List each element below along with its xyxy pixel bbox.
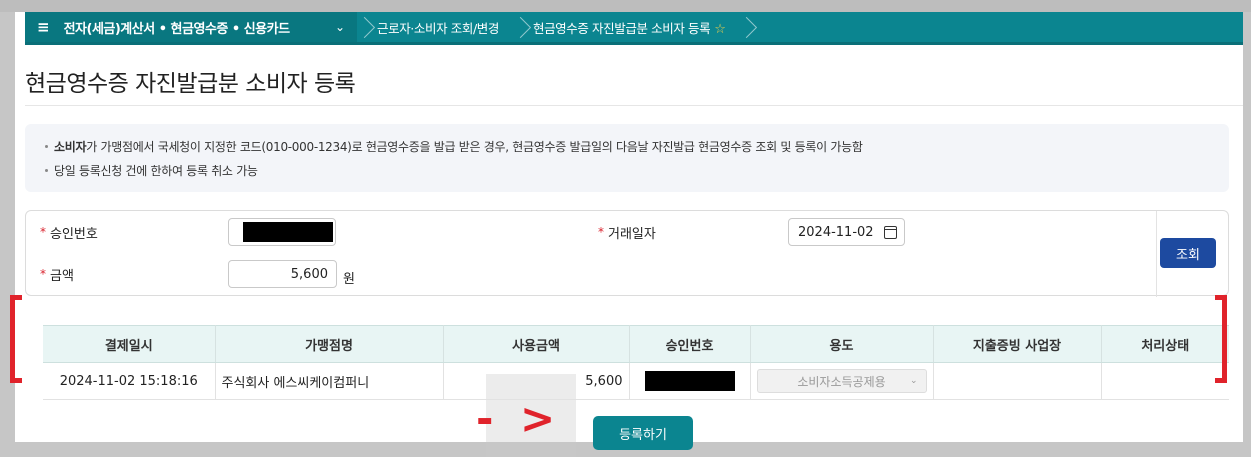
search-form: * 승인번호 * 거래일자 2024-11-02 * 금액 5,600 원 bbox=[25, 210, 1229, 297]
cell-datetime: 2024-11-02 15:18:16 bbox=[43, 362, 216, 400]
date-value: 2024-11-02 bbox=[798, 224, 874, 240]
breadcrumb-item-employee-consumer[interactable]: 근로자·소비자 조회/변경 bbox=[375, 18, 513, 37]
col-header: 지출증빙 사업장 bbox=[933, 325, 1102, 363]
approval-label: 승인번호 bbox=[50, 226, 98, 242]
red-bracket-left bbox=[10, 295, 22, 383]
notice-bold: 소비자 bbox=[54, 140, 87, 154]
chevron-down-icon[interactable]: ⌄ bbox=[335, 20, 345, 34]
date-input[interactable]: 2024-11-02 bbox=[788, 218, 905, 246]
usage-value: 소비자소득공제용 bbox=[797, 374, 886, 389]
cell-merchant: 주식회사 에스씨케이컴퍼니 bbox=[215, 362, 444, 400]
redacted-value bbox=[243, 222, 333, 242]
breadcrumb-item-current: 현금영수증 자진발급분 소비자 등록 ☆ bbox=[531, 18, 740, 37]
redacted-value bbox=[644, 371, 735, 391]
register-button[interactable]: 등록하기 bbox=[593, 416, 693, 450]
menu-dropdown[interactable]: ≡ 전자(세금)계산서 • 현금영수증 • 신용카드 ⌄ bbox=[25, 12, 357, 42]
breadcrumb-separator bbox=[357, 11, 375, 44]
title-divider bbox=[25, 105, 1243, 106]
cell-approval bbox=[629, 362, 751, 400]
table-header-row: 결제일시 가맹점명 사용금액 승인번호 용도 지출증빙 사업장 처리상태 bbox=[43, 325, 1229, 363]
results-table: 결제일시 가맹점명 사용금액 승인번호 용도 지출증빙 사업장 처리상태 202… bbox=[43, 325, 1229, 400]
cell-status bbox=[1101, 362, 1229, 400]
notice-line-1: 소비자가 가맹점에서 국세청이 지정한 코드(010-000-1234)로 현금… bbox=[45, 138, 1209, 155]
menu-label: 전자(세금)계산서 • 현금영수증 • 신용카드 bbox=[63, 21, 290, 37]
amount-value: 5,600 bbox=[290, 266, 328, 282]
red-bracket-right bbox=[1215, 295, 1227, 383]
required-mark: * bbox=[40, 225, 46, 239]
calendar-icon[interactable] bbox=[883, 225, 897, 239]
amount-unit: 원 bbox=[343, 272, 355, 287]
col-header: 사용금액 bbox=[443, 325, 630, 363]
date-label: 거래일자 bbox=[608, 226, 656, 242]
col-header: 결제일시 bbox=[43, 325, 216, 363]
cell-usage: 소비자소득공제용 ⌄ bbox=[750, 362, 934, 400]
col-header: 승인번호 bbox=[629, 325, 751, 363]
usage-select[interactable]: 소비자소득공제용 ⌄ bbox=[756, 369, 927, 393]
col-header: 용도 bbox=[750, 325, 934, 363]
notice-box: 소비자가 가맹점에서 국세청이 지정한 코드(010-000-1234)로 현금… bbox=[25, 124, 1229, 192]
top-band bbox=[0, 0, 1251, 12]
required-mark: * bbox=[40, 267, 46, 281]
bullet-icon bbox=[45, 145, 48, 148]
breadcrumb-separator bbox=[739, 11, 757, 44]
amount-input[interactable]: 5,600 bbox=[228, 260, 337, 288]
page-container: ≡ 전자(세금)계산서 • 현금영수증 • 신용카드 ⌄ 근로자·소비자 조회/… bbox=[15, 12, 1243, 457]
date-row: * 거래일자 bbox=[598, 211, 656, 253]
notice-rest: 가 가맹점에서 국세청이 지정한 코드(010-000-1234)로 현금영수증… bbox=[86, 140, 863, 154]
amount-label: 금액 bbox=[50, 268, 74, 284]
bullet-icon bbox=[45, 169, 48, 172]
notice-line-2: 당일 등록신청 건에 한하여 등록 취소 가능 bbox=[45, 162, 1209, 179]
breadcrumb: ≡ 전자(세금)계산서 • 현금영수증 • 신용카드 ⌄ 근로자·소비자 조회/… bbox=[25, 12, 1243, 45]
search-button[interactable]: 조회 bbox=[1160, 238, 1216, 268]
notice-line-1-text: 소비자가 가맹점에서 국세청이 지정한 코드(010-000-1234)로 현금… bbox=[54, 138, 863, 155]
amount-row: * 금액 bbox=[40, 253, 74, 295]
col-header: 가맹점명 bbox=[215, 325, 444, 363]
notice-line-2-text: 당일 등록신청 건에 한하여 등록 취소 가능 bbox=[54, 164, 258, 178]
breadcrumb-current-label: 현금영수증 자진발급분 소비자 등록 bbox=[532, 20, 711, 36]
red-arrow-annotation: - > bbox=[476, 394, 562, 443]
chevron-down-icon: ⌄ bbox=[909, 376, 918, 386]
star-icon[interactable]: ☆ bbox=[714, 22, 726, 37]
breadcrumb-separator bbox=[513, 11, 531, 44]
approval-number-input[interactable] bbox=[228, 218, 336, 246]
col-header: 처리상태 bbox=[1101, 325, 1229, 363]
required-mark: * bbox=[598, 225, 604, 239]
hamburger-icon[interactable]: ≡ bbox=[37, 18, 50, 36]
table-row[interactable]: 2024-11-02 15:18:16 주식회사 에스씨케이컴퍼니 5,600 … bbox=[43, 362, 1229, 400]
cell-business bbox=[933, 362, 1102, 400]
page-title: 현금영수증 자진발급분 소비자 등록 bbox=[25, 71, 356, 97]
form-divider bbox=[1156, 211, 1157, 297]
approval-row: * 승인번호 bbox=[40, 211, 98, 253]
